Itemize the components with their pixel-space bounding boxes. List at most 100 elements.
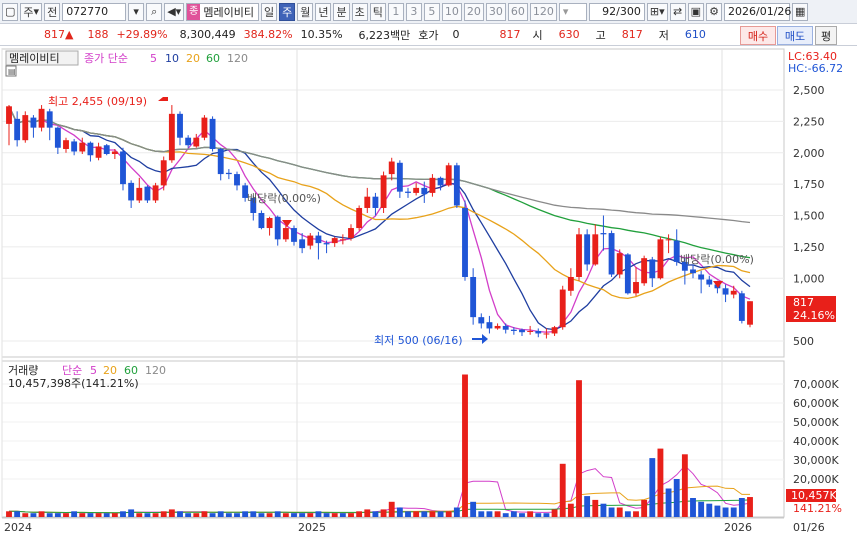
volume-bar — [396, 507, 403, 517]
layout-icon[interactable]: ▢ — [2, 2, 19, 21]
volume-bar — [38, 511, 45, 517]
code-dropdown-icon[interactable]: ▾ — [128, 2, 145, 21]
candle-body — [502, 325, 509, 330]
candle-body — [282, 228, 289, 240]
open-price: 630 — [558, 28, 580, 41]
search-icon[interactable]: ⌕ — [146, 2, 163, 21]
volume-bar — [46, 513, 53, 517]
candle-body — [706, 279, 713, 285]
chart-settings-icon[interactable]: ⊞▾ — [646, 2, 668, 21]
date-field[interactable]: 2026/01/26 — [724, 2, 791, 21]
volume-bar — [421, 511, 428, 517]
candle-body — [567, 276, 574, 291]
code-value: 072770 — [66, 5, 109, 18]
volume-total: 10,457,398주(141.21%) — [8, 377, 139, 390]
period-minute[interactable]: 분 — [333, 2, 350, 21]
volume-bar — [380, 509, 387, 517]
stock-name-field[interactable]: 종 멤레이비티 — [186, 2, 259, 21]
volume-ratio: 384.82% — [243, 28, 293, 41]
gear-icon[interactable]: ⚙ — [706, 2, 723, 21]
high-label: 고 — [595, 28, 606, 42]
interval-120[interactable]: 120 — [529, 2, 557, 21]
market-select[interactable]: 주 ▾ — [20, 2, 43, 21]
volume-bar — [331, 513, 338, 517]
interval-1[interactable]: 1 — [387, 2, 404, 21]
volume-bar — [706, 503, 713, 517]
volume-bar — [372, 511, 379, 517]
candle-body — [624, 254, 631, 294]
current-price: 817▲ — [44, 28, 74, 41]
calendar-icon[interactable]: ▦ — [792, 2, 809, 21]
volume-bar — [437, 511, 444, 517]
volume-bar — [388, 501, 395, 517]
volume-tick-label: 70,000K — [793, 378, 839, 391]
candle-body — [71, 141, 78, 152]
candle-body — [641, 258, 648, 284]
hoga-label: 호가 — [418, 28, 439, 42]
volume-bar — [63, 513, 69, 517]
candle-body — [413, 187, 420, 193]
volume-bar — [413, 511, 420, 517]
interval-5[interactable]: 5 — [423, 2, 440, 21]
candle-body — [339, 239, 346, 241]
vol-tag: 10,457K — [791, 489, 837, 502]
custom-interval-input[interactable]: ▾ — [558, 2, 587, 21]
volume-bar — [584, 496, 591, 517]
volume-bar — [111, 513, 118, 517]
volume-bar — [559, 463, 566, 517]
volume-bar — [445, 511, 452, 517]
period-week[interactable]: 주 — [279, 2, 296, 21]
volume-bar — [527, 511, 534, 517]
x-axis: 2024 2025 2026 01/26 — [2, 517, 825, 534]
code-input[interactable]: 072770 — [62, 2, 127, 21]
dividend-annotation-1: 배당락(0.00%) — [247, 192, 321, 205]
candle-body — [486, 322, 493, 329]
interval-30[interactable]: 30 — [485, 2, 506, 21]
period-tick[interactable]: 틱 — [369, 2, 386, 21]
high-annotation: 최고 2,455 (09/19) — [48, 95, 147, 108]
volume-bar — [323, 513, 330, 517]
period-day[interactable]: 일 — [260, 2, 278, 21]
volume-bar — [22, 513, 29, 517]
hc-label: HC:-66.72 — [788, 62, 843, 75]
count-field[interactable]: 92/300 — [588, 2, 645, 21]
candle-body — [111, 151, 118, 155]
turnover-rate: 10.35% — [300, 28, 343, 41]
buy-button[interactable]: 매수 — [740, 26, 776, 45]
volume-value: 8,300,449 — [179, 28, 236, 41]
x-tick-label: 2025 — [298, 521, 326, 534]
volume-bar — [274, 511, 281, 517]
interval-3[interactable]: 3 — [405, 2, 422, 21]
interval-10[interactable]: 10 — [441, 2, 462, 21]
interval-20[interactable]: 20 — [463, 2, 484, 21]
jeon-button[interactable]: 전 — [44, 2, 61, 21]
candle-body — [14, 118, 21, 141]
period-month[interactable]: 월 — [297, 2, 314, 21]
save-icon[interactable]: ▣ — [687, 2, 705, 21]
volume-bar — [364, 509, 371, 517]
chart-area[interactable]: 2,500 2,250 2,000 1,750 1,500 1,250 1,000 500 70… — [0, 47, 857, 539]
price-tick-label: 2,500 — [793, 84, 825, 97]
vol-ma5-label: 5 — [90, 364, 97, 377]
volume-bar — [657, 448, 664, 517]
stock-chart-svg[interactable]: 2,500 2,250 2,000 1,750 1,500 1,250 1,000 500 70… — [0, 47, 857, 539]
candle-body — [592, 234, 599, 265]
eval-button[interactable]: 평 — [815, 26, 837, 45]
volume-bar — [79, 513, 86, 517]
volume-bar — [193, 513, 200, 517]
candle-body — [348, 228, 354, 239]
interval-60[interactable]: 60 — [507, 2, 528, 21]
vol-ma20-label: 20 — [103, 364, 117, 377]
period-year[interactable]: 년 — [315, 2, 332, 21]
price-change-pct: +29.89% — [116, 28, 168, 41]
compare-icon[interactable]: ⇄ — [669, 2, 686, 21]
candle-body — [494, 325, 501, 329]
candle-body — [364, 196, 371, 208]
sell-button[interactable]: 매도 — [777, 26, 813, 45]
candle-body — [30, 117, 37, 128]
speaker-icon[interactable]: ◀▾ — [164, 2, 185, 21]
candle-body — [331, 238, 338, 244]
volume-bar — [616, 507, 623, 517]
candle-body — [633, 282, 639, 294]
period-second[interactable]: 초 — [351, 2, 368, 21]
